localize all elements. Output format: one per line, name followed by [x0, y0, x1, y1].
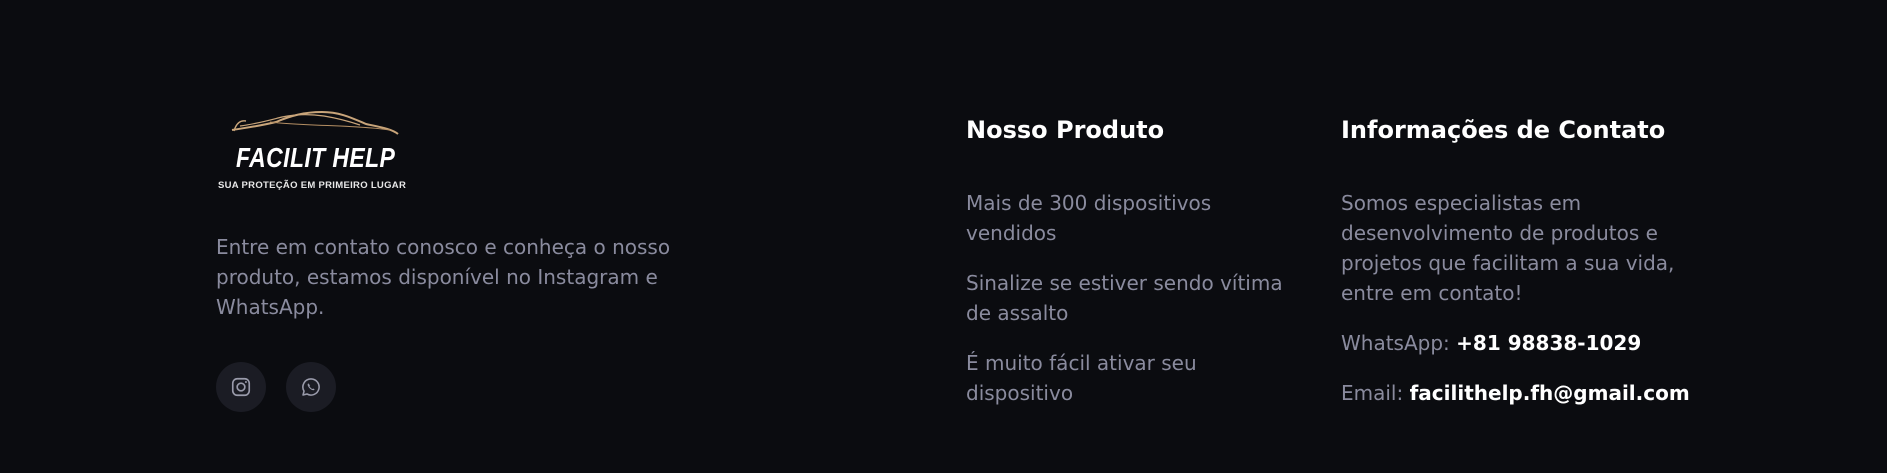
whatsapp-number-link[interactable]: +81 98838-1029: [1456, 331, 1641, 355]
product-item: Mais de 300 dispositivos vendidos: [966, 191, 1212, 245]
product-list: Mais de 300 dispositivos vendidos Sinali…: [966, 188, 1296, 428]
instagram-icon: [231, 377, 251, 397]
email-link[interactable]: facilithelp.fh@gmail.com: [1410, 381, 1690, 405]
product-item: É muito fácil ativar seu dispositivo: [966, 351, 1197, 405]
whatsapp-label: WhatsApp:: [1341, 331, 1450, 355]
logo-tagline: SUA PROTEÇÃO EM PRIMEIRO LUGAR: [218, 180, 407, 191]
social-links: [216, 362, 336, 412]
contact-info: Somos especialistas em desenvolvimento d…: [1341, 188, 1701, 428]
instagram-button[interactable]: [216, 362, 266, 412]
email-line: Email: facilithelp.fh@gmail.com: [1341, 378, 1701, 408]
brand-description: Entre em contato conosco e conheça o nos…: [216, 235, 671, 319]
whatsapp-button[interactable]: [286, 362, 336, 412]
product-column: Nosso Produto Mais de 300 dispositivos v…: [966, 114, 1296, 405]
car-silhouette-icon: [231, 110, 399, 135]
whatsapp-icon: [302, 378, 320, 396]
product-item: Sinalize se estiver sendo vítima de assa…: [966, 271, 1283, 325]
site-footer: FACILIT HELP SUA PROTEÇÃO EM PRIMEIRO LU…: [0, 0, 1887, 473]
contact-description: Somos especialistas em desenvolvimento d…: [1341, 191, 1675, 305]
contact-column: Informações de Contato Somos especialist…: [1341, 114, 1701, 405]
logo-wordmark: FACILIT HELP: [236, 142, 396, 173]
contact-title: Informações de Contato: [1341, 116, 1666, 144]
whatsapp-line: WhatsApp: +81 98838-1029: [1341, 328, 1701, 358]
footer-brand: FACILIT HELP SUA PROTEÇÃO EM PRIMEIRO LU…: [216, 108, 716, 412]
logo[interactable]: FACILIT HELP SUA PROTEÇÃO EM PRIMEIRO LU…: [216, 108, 406, 194]
email-label: Email:: [1341, 381, 1404, 405]
product-title: Nosso Produto: [966, 116, 1165, 144]
